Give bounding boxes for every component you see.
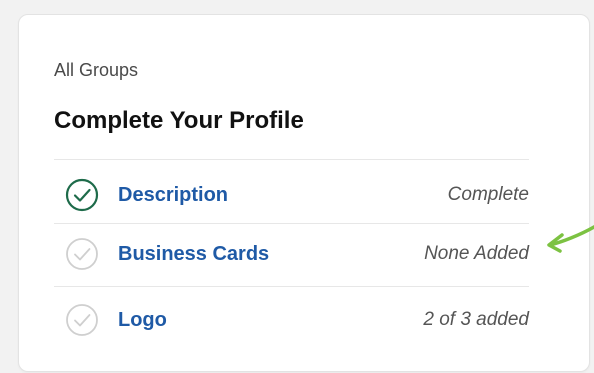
profile-card: All Groups Complete Your Profile Descrip… bbox=[18, 14, 590, 372]
item-label[interactable]: Description bbox=[118, 184, 228, 207]
checklist-item-description[interactable]: Description Complete bbox=[54, 164, 529, 226]
divider bbox=[54, 159, 529, 160]
item-status: None Added bbox=[424, 243, 529, 264]
breadcrumb[interactable]: All Groups bbox=[54, 60, 138, 81]
check-circle-icon bbox=[66, 238, 98, 270]
green-arrow-annotation bbox=[547, 225, 594, 253]
item-status: Complete bbox=[447, 184, 529, 205]
check-circle-icon bbox=[66, 304, 98, 336]
divider bbox=[54, 286, 529, 287]
checklist-item-business-cards[interactable]: Business Cards None Added bbox=[54, 223, 529, 285]
page-title: Complete Your Profile bbox=[54, 107, 304, 134]
item-label[interactable]: Business Cards bbox=[118, 243, 269, 266]
item-status: 2 of 3 added bbox=[423, 309, 529, 330]
checklist-item-logo[interactable]: Logo 2 of 3 added bbox=[54, 289, 529, 351]
item-label[interactable]: Logo bbox=[118, 309, 167, 332]
check-circle-icon bbox=[65, 178, 99, 212]
